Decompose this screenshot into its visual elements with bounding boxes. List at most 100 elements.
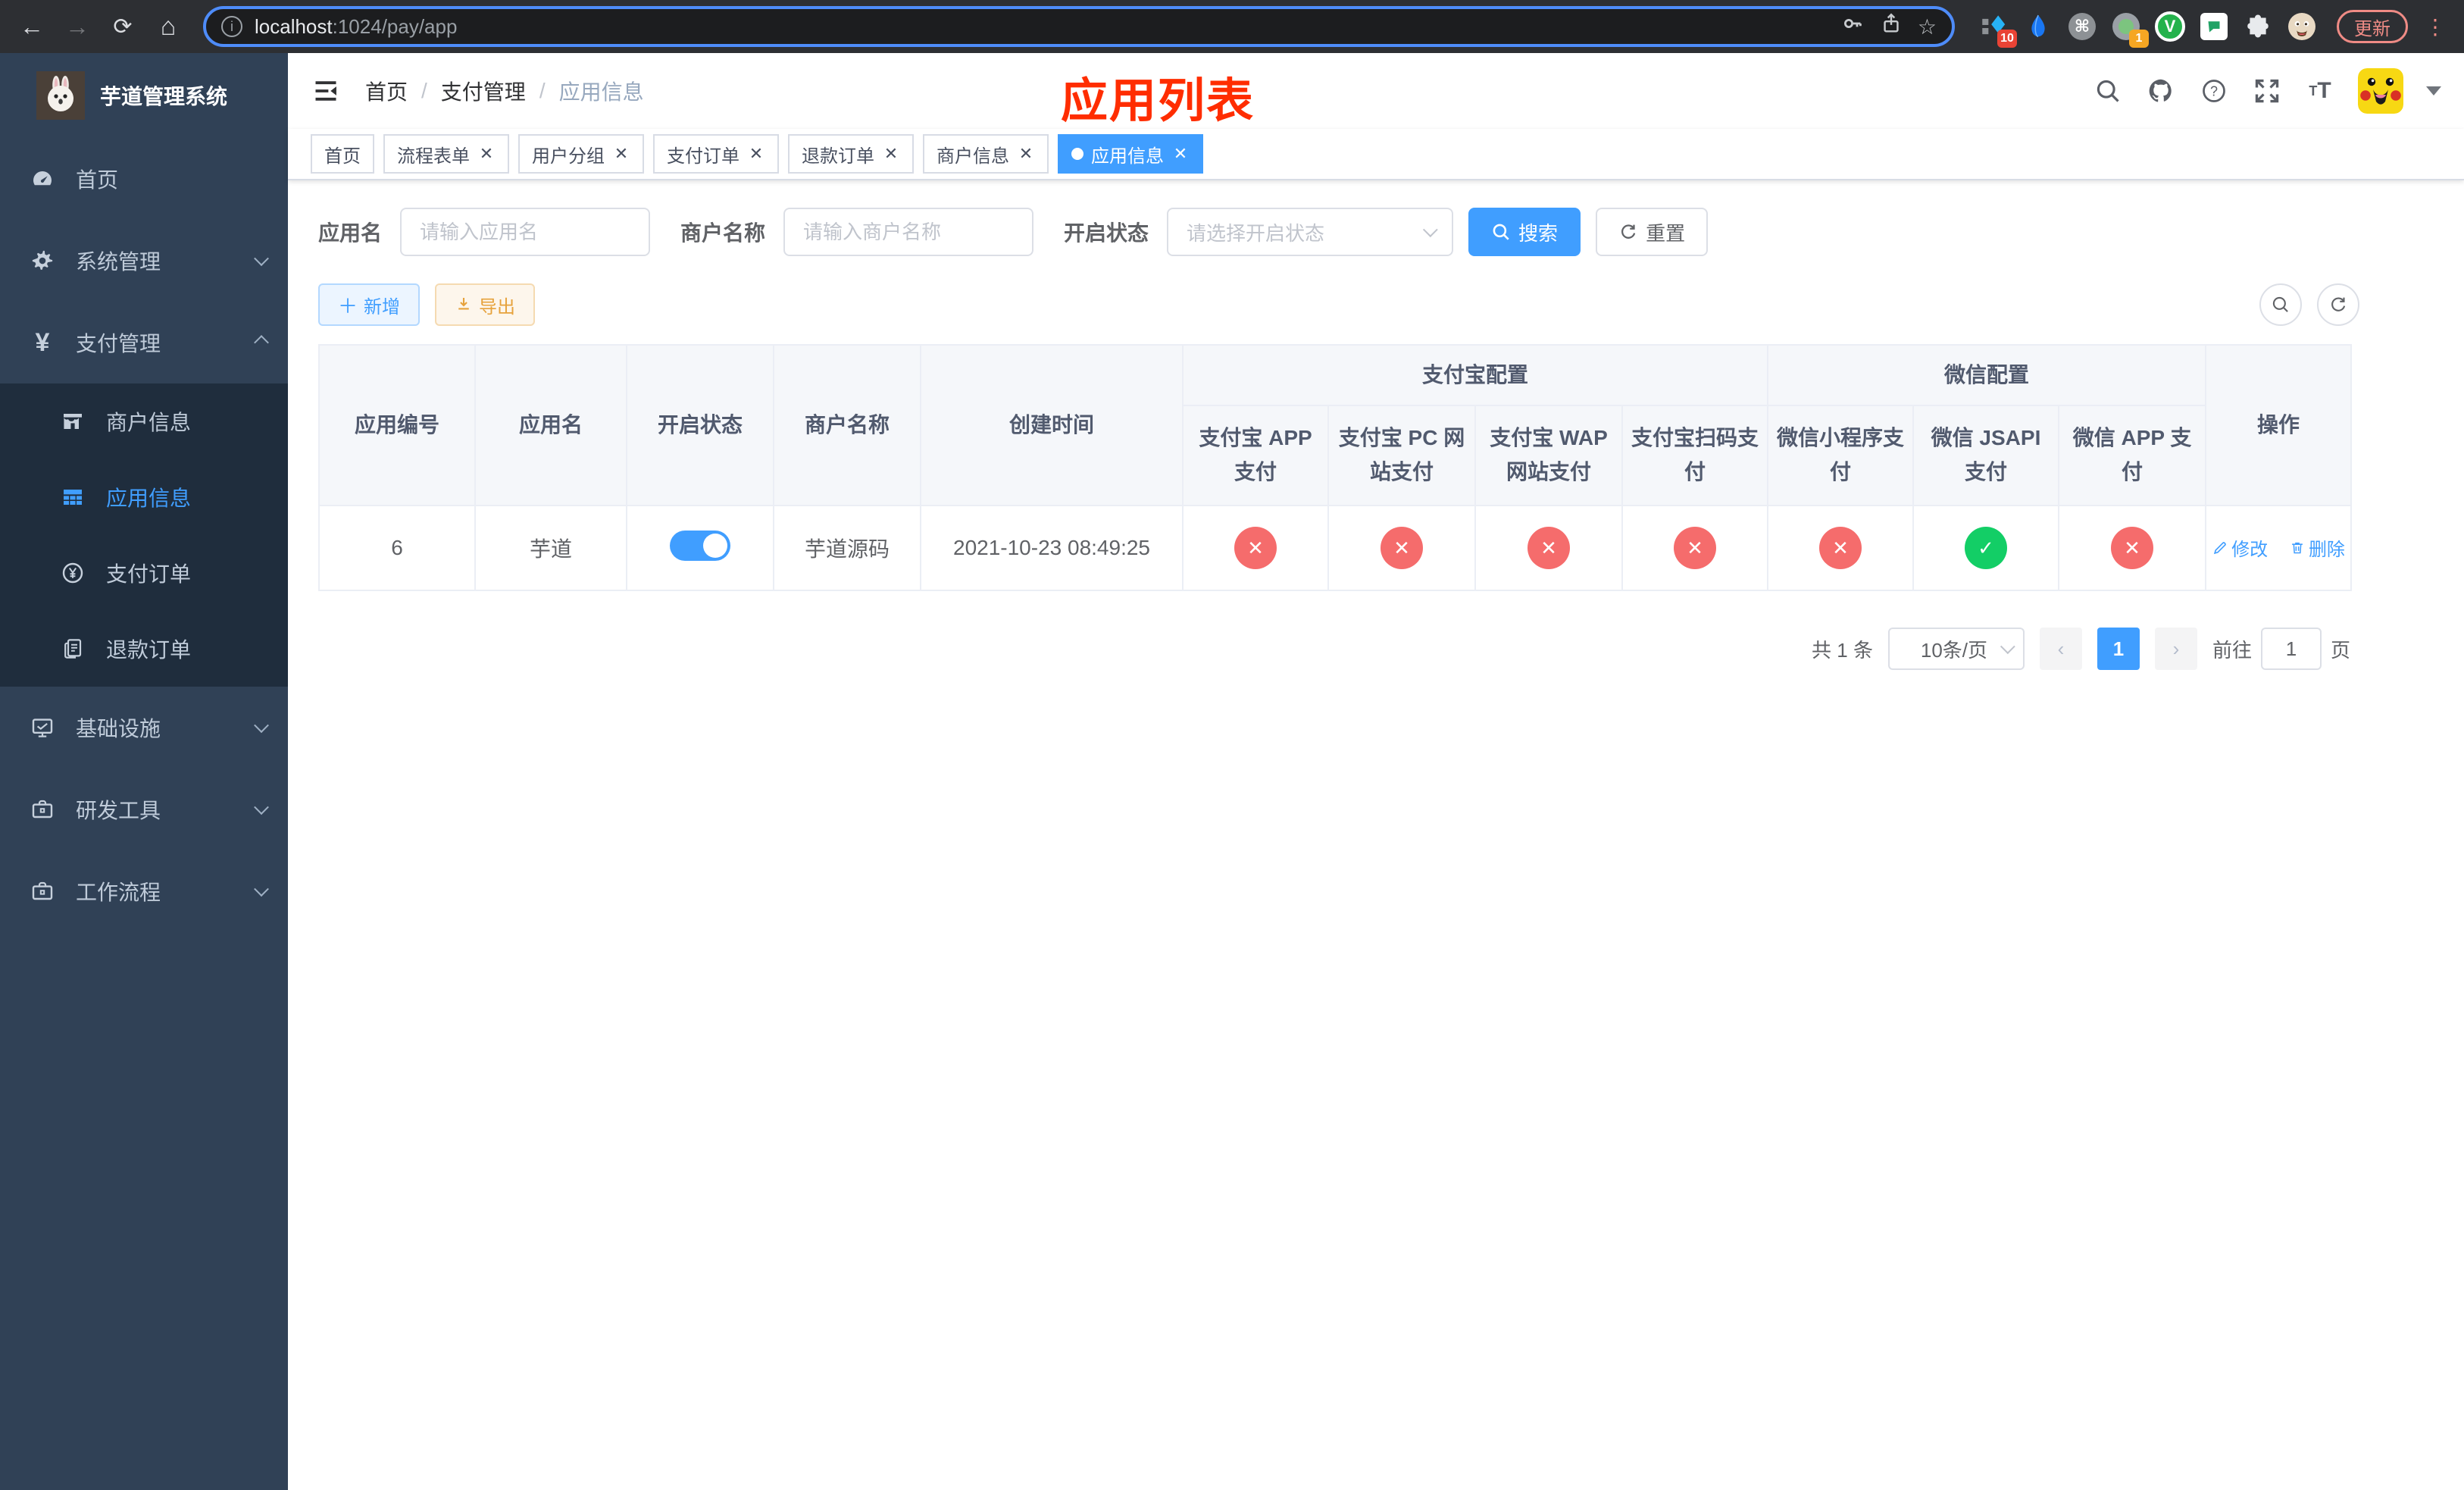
ext-v-icon[interactable]: V (2155, 11, 2185, 42)
v-letter: V (2164, 17, 2176, 36)
status-toggle[interactable] (670, 530, 730, 561)
wechat-app-status-icon (2111, 527, 2154, 569)
tag-refund-orders[interactable]: 退款订单 ✕ (788, 134, 914, 174)
col-alipay-qr: 支付宝扫码支付 (1621, 405, 1769, 506)
goto-page-input[interactable] (2260, 628, 2322, 670)
bookmark-star-icon[interactable]: ☆ (1918, 14, 1937, 39)
close-icon[interactable]: ✕ (747, 144, 765, 164)
help-icon[interactable]: ? (2199, 76, 2229, 106)
pagination: 共 1 条 10条/页 ‹ 1 › 前往 页 (318, 628, 2350, 670)
ext-kite-icon[interactable] (2023, 11, 2053, 42)
app-name-input[interactable] (400, 208, 651, 256)
update-label: 更新 (2354, 18, 2391, 39)
close-icon[interactable]: ✕ (1171, 144, 1190, 164)
fullscreen-icon[interactable] (2252, 76, 2282, 106)
ext-widget-icon[interactable]: 10 (1979, 11, 2017, 48)
sidebar-item-infrastructure[interactable]: 基础设施 (0, 687, 288, 768)
breadcrumb-payment[interactable]: 支付管理 (441, 76, 526, 106)
ext-chat-icon[interactable] (2199, 11, 2229, 42)
merchant-name-input[interactable] (783, 208, 1034, 256)
grid-icon (61, 485, 85, 509)
status-select[interactable]: 请选择开启状态 (1167, 208, 1454, 256)
url-bar[interactable]: i localhost:1024/pay/app ☆ (203, 6, 1955, 47)
tag-label: 应用信息 (1091, 146, 1164, 167)
tag-label: 商户信息 (937, 146, 1009, 167)
avatar-dropdown-caret[interactable] (2426, 86, 2441, 95)
url-host: localhost (255, 14, 333, 38)
col-wechat-app: 微信 APP 支付 (2058, 405, 2207, 506)
tag-pay-orders[interactable]: 支付订单 ✕ (653, 134, 779, 174)
sidebar-item-pay-orders[interactable]: 支付订单 (0, 535, 288, 611)
sidebar-item-refund-orders[interactable]: 退款订单 (0, 611, 288, 687)
close-icon[interactable]: ✕ (882, 144, 900, 164)
tag-home[interactable]: 首页 (311, 134, 374, 174)
export-button[interactable]: 导出 (435, 283, 536, 326)
search-button[interactable]: 搜索 (1468, 208, 1581, 256)
ext-command-icon[interactable]: ⌘ (2067, 11, 2097, 42)
next-page-button[interactable]: › (2154, 628, 2197, 670)
github-icon[interactable] (2146, 76, 2176, 106)
back-icon[interactable]: ← (12, 7, 52, 46)
delete-link[interactable]: 删除 (2289, 534, 2345, 561)
sidebar-item-label: 系统管理 (76, 250, 161, 274)
close-icon[interactable]: ✕ (477, 144, 496, 164)
sidebar-item-system[interactable]: 系统管理 (0, 220, 288, 302)
ext-status-icon[interactable]: 1 (2111, 11, 2149, 48)
sidebar-item-home[interactable]: 首页 (0, 138, 288, 220)
reset-button-label: 重置 (1646, 221, 1686, 245)
extensions-puzzle-icon[interactable] (2243, 11, 2273, 42)
chevron-down-icon (254, 881, 269, 897)
url-text[interactable]: localhost:1024/pay/app (255, 15, 1828, 39)
sidebar-item-label: 工作流程 (76, 881, 161, 904)
close-icon[interactable]: ✕ (612, 144, 630, 164)
header-search-icon[interactable] (2093, 76, 2123, 106)
home-icon[interactable]: ⌂ (149, 7, 188, 46)
toggle-search-button[interactable] (2259, 283, 2302, 326)
tag-process-form[interactable]: 流程表单 ✕ (383, 134, 509, 174)
close-icon[interactable]: ✕ (1017, 144, 1035, 164)
sidebar-item-payment[interactable]: ¥ 支付管理 (0, 302, 288, 383)
app-name-label: 应用名 (318, 221, 383, 245)
svg-text:?: ? (2210, 83, 2218, 99)
user-avatar[interactable] (2358, 68, 2403, 114)
current-page-button[interactable]: 1 (2097, 628, 2140, 670)
refresh-icon (1621, 224, 1636, 239)
update-button[interactable]: 更新 (2337, 10, 2408, 43)
sidebar-item-workflow[interactable]: 工作流程 (0, 850, 288, 932)
refresh-table-button[interactable] (2317, 283, 2359, 326)
page-size-select[interactable]: 10条/页 (1887, 628, 2025, 670)
sidebar-item-app-info[interactable]: 应用信息 (0, 459, 288, 535)
yen-circle-icon (61, 561, 85, 585)
sidebar-item-dev-tools[interactable]: 研发工具 (0, 768, 288, 850)
browser-menu-icon[interactable]: ⋮ (2425, 14, 2446, 39)
navbar-actions: ? TT (2093, 68, 2441, 114)
col-status: 开启状态 (626, 344, 774, 506)
breadcrumb-separator: / (539, 79, 546, 102)
export-button-label: 导出 (479, 296, 516, 318)
refresh-icon (2331, 297, 2346, 311)
tag-app-info-active[interactable]: 应用信息 ✕ (1058, 134, 1203, 174)
profile-avatar-icon[interactable] (2287, 11, 2317, 42)
search-icon (1493, 224, 1509, 240)
forward-icon[interactable]: → (58, 7, 97, 46)
reset-button[interactable]: 重置 (1596, 208, 1709, 256)
add-button[interactable]: ＋ 新增 (318, 283, 421, 326)
col-created: 创建时间 (920, 344, 1184, 506)
plus-icon: ＋ (338, 294, 358, 318)
edit-link[interactable]: 修改 (2212, 534, 2268, 561)
tag-merchant-info[interactable]: 商户信息 ✕ (923, 134, 1049, 174)
tag-user-group[interactable]: 用户分组 ✕ (518, 134, 644, 174)
breadcrumb-home[interactable]: 首页 (365, 76, 408, 106)
sidebar-collapse-icon[interactable] (311, 76, 341, 106)
prev-page-button[interactable]: ‹ (2039, 628, 2082, 670)
reload-icon[interactable]: ⟳ (103, 7, 142, 46)
command-glyph: ⌘ (2074, 17, 2090, 36)
share-icon[interactable] (1880, 12, 1903, 41)
sidebar-item-merchant-info[interactable]: 商户信息 (0, 383, 288, 459)
tag-label: 流程表单 (397, 146, 470, 167)
password-key-icon[interactable] (1840, 11, 1865, 42)
site-info-icon[interactable]: i (221, 16, 242, 37)
sidebar-item-label: 退款订单 (106, 638, 192, 662)
font-size-icon[interactable]: TT (2305, 76, 2335, 106)
dashboard-icon (30, 167, 55, 191)
